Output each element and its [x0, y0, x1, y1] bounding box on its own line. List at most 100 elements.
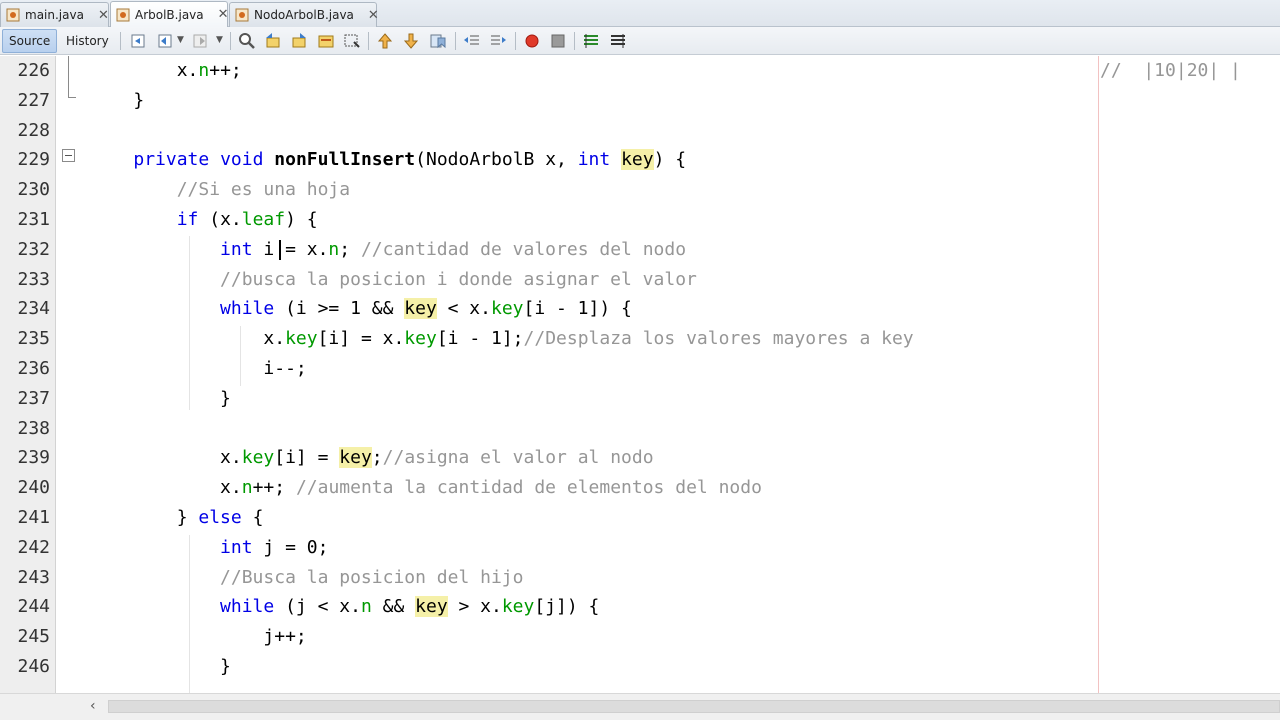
scroll-left-icon[interactable]: ‹	[90, 698, 96, 714]
chevron-down-icon[interactable]: ▼	[216, 35, 223, 45]
line-number: 229	[17, 149, 50, 171]
code-line[interactable]: if (x.leaf) {	[90, 205, 318, 235]
code-token: i--;	[263, 358, 307, 379]
java-file-icon	[116, 8, 130, 22]
code-line[interactable]: x.n++; //aumenta la cantidad de elemento…	[90, 473, 762, 503]
code-line[interactable]: while (i >= 1 && key < x.key[i - 1]) {	[90, 294, 632, 324]
code-token: //Si es una hoja	[176, 179, 351, 201]
code-line[interactable]: }	[90, 384, 231, 414]
close-icon[interactable]: ✕	[98, 8, 109, 23]
code-editor[interactable]: x.n++; } private void nonFullInsert(Nodo…	[90, 56, 1280, 693]
code-token: j = 0;	[252, 536, 329, 558]
forward-icon[interactable]	[192, 32, 210, 50]
code-token: //Desplaza los valores mayores a key	[523, 328, 914, 350]
code-line[interactable]: //Busca la posicion del hijo	[90, 563, 523, 593]
find-next-icon[interactable]	[290, 32, 308, 50]
tab-nodoarbolb-java[interactable]: NodoArbolB.java ✕	[229, 2, 379, 27]
code-line[interactable]: x.key[i] = key;//asigna el valor al nodo	[90, 443, 654, 473]
code-line[interactable]: x.key[i] = x.key[i - 1];//Desplaza los v…	[90, 324, 914, 354]
code-token: x.	[176, 60, 199, 81]
tab-main-java[interactable]: main.java ✕	[0, 2, 109, 27]
uncomment-icon[interactable]	[609, 32, 627, 50]
line-number: 233	[17, 268, 50, 290]
code-token: n	[328, 238, 340, 260]
code-token: key	[404, 328, 437, 350]
code-token: [j]) {	[534, 596, 600, 618]
shift-left-icon[interactable]	[463, 32, 481, 50]
fold-guide-line	[68, 56, 69, 98]
toggle-bookmark-icon[interactable]	[429, 32, 447, 50]
line-number: 232	[17, 238, 50, 260]
code-line[interactable]: j++;	[90, 622, 307, 652]
code-token: }	[90, 507, 199, 528]
editor-toolbar: Source History ▼ ▼	[0, 27, 1280, 55]
code-token: else	[198, 507, 242, 528]
code-token: [i - 1]) {	[523, 298, 632, 320]
code-token: key	[404, 298, 437, 320]
code-line[interactable]: int j = 0;	[90, 533, 328, 563]
back-icon[interactable]	[157, 32, 175, 50]
comment-icon[interactable]	[582, 32, 600, 50]
code-line[interactable]: int i = x.n; //cantidad de valores del n…	[90, 235, 686, 265]
close-icon[interactable]: ✕	[368, 8, 379, 23]
shift-right-icon[interactable]	[489, 32, 507, 50]
collapse-fold-icon[interactable]	[62, 149, 75, 162]
code-line[interactable]: private void nonFullInsert(NodoArbolB x,…	[90, 145, 686, 175]
scrollbar-thumb[interactable]	[108, 700, 1280, 713]
tab-label: ArbolB.java	[135, 7, 204, 22]
code-token: j++;	[263, 626, 307, 648]
line-number: 244	[17, 596, 50, 618]
code-token: //Busca la posicion del hijo	[220, 566, 524, 588]
code-token: //asigna el valor al nodo	[382, 447, 654, 469]
find-icon[interactable]	[238, 32, 256, 50]
code-line[interactable]: i--;	[90, 354, 307, 384]
line-number: 236	[17, 358, 50, 379]
code-line[interactable]: //Si es una hoja	[90, 175, 350, 205]
find-previous-icon[interactable]	[264, 32, 282, 50]
start-macro-icon[interactable]	[523, 32, 541, 50]
code-token: key	[415, 596, 448, 618]
code-line[interactable]: x.n++;	[90, 56, 242, 86]
source-button[interactable]: Source	[2, 29, 58, 53]
chevron-down-icon[interactable]: ▼	[177, 35, 184, 45]
code-token: void	[220, 149, 264, 171]
code-token: > x.	[447, 596, 502, 618]
java-file-icon	[235, 8, 249, 22]
code-token: leaf	[241, 209, 286, 230]
line-number: 235	[17, 328, 50, 350]
toggle-rect-select-icon[interactable]	[343, 32, 361, 50]
code-line[interactable]: //busca la posicion i donde asignar el v…	[90, 265, 697, 295]
code-line[interactable]: } else {	[90, 503, 264, 533]
line-number: 241	[17, 507, 50, 528]
code-token: n	[241, 477, 253, 499]
code-line[interactable]: while (j < x.n && key > x.key[j]) {	[90, 592, 599, 622]
code-token: i = x.	[252, 238, 329, 260]
tab-arbolb-java[interactable]: ArbolB.java ✕	[110, 1, 229, 27]
code-line[interactable]: }	[90, 86, 144, 116]
horizontal-scrollbar[interactable]: ‹	[0, 693, 1280, 720]
line-number: 234	[17, 298, 50, 320]
stop-macro-icon[interactable]	[549, 32, 567, 50]
tab-label: main.java	[25, 8, 84, 22]
code-token: key	[490, 298, 524, 320]
code-token: ;	[339, 238, 361, 260]
code-token: ) {	[653, 149, 687, 171]
last-edit-icon[interactable]	[130, 32, 148, 50]
code-line[interactable]: }	[90, 652, 231, 682]
history-button[interactable]: History	[60, 29, 115, 53]
previous-bookmark-icon[interactable]	[376, 32, 394, 50]
toggle-highlight-icon[interactable]	[317, 32, 335, 50]
code-token: while	[220, 298, 275, 320]
code-token: x.	[220, 477, 242, 499]
close-icon[interactable]: ✕	[218, 7, 229, 22]
code-token: n	[360, 596, 372, 618]
tab-label: NodoArbolB.java	[254, 8, 354, 22]
code-token: if	[176, 209, 199, 230]
next-bookmark-icon[interactable]	[402, 32, 420, 50]
code-token: }	[90, 387, 231, 409]
